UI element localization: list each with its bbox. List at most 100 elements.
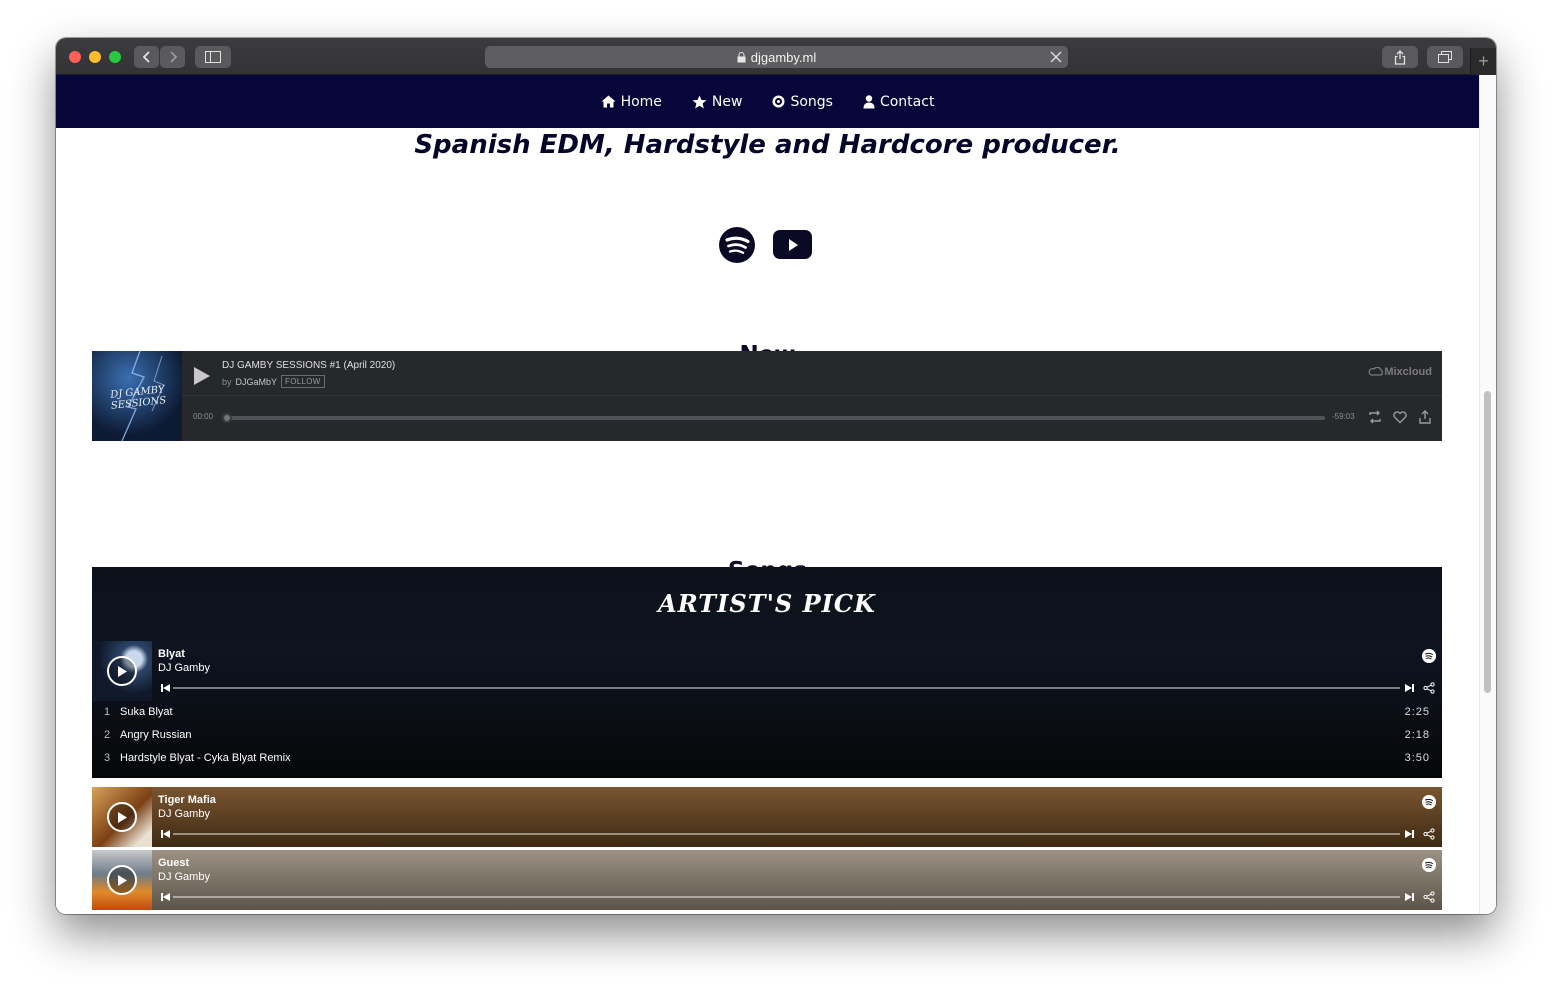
repeat-icon[interactable] — [1368, 410, 1382, 424]
spotify-link[interactable] — [719, 227, 755, 263]
play-icon — [118, 874, 127, 886]
track-artist[interactable]: DJ Gamby — [158, 871, 210, 883]
share-button[interactable] — [1382, 46, 1418, 68]
follow-button[interactable]: FOLLOW — [281, 375, 325, 388]
skip-forward-icon[interactable] — [1405, 829, 1414, 839]
skip-forward-icon[interactable] — [1405, 892, 1414, 902]
user-icon — [863, 94, 875, 108]
play-button[interactable] — [107, 802, 137, 832]
nav-songs[interactable]: Songs — [772, 94, 833, 110]
spotify-icon — [725, 236, 750, 254]
chevron-left-icon — [142, 51, 150, 63]
spotify-logo-icon[interactable] — [1422, 795, 1436, 809]
skip-back-icon[interactable] — [161, 829, 170, 839]
cloud-icon — [1368, 366, 1384, 376]
artist-pick-card: ARTIST'S PICK Blyat DJ Gamby 1 Suka Blya… — [92, 567, 1442, 778]
skip-forward-icon[interactable] — [1405, 683, 1414, 693]
play-button[interactable] — [107, 656, 137, 686]
track-duration: 2:18 — [1404, 729, 1430, 741]
featured-track-player: Blyat DJ Gamby — [92, 641, 1442, 701]
minimize-window-button[interactable] — [89, 51, 101, 63]
mixcloud-logo-text: Mixcloud — [1384, 366, 1432, 378]
share-icon[interactable] — [1423, 828, 1435, 840]
star-icon — [692, 95, 707, 108]
close-icon[interactable] — [1048, 49, 1064, 65]
nav-home[interactable]: Home — [601, 94, 662, 110]
youtube-link[interactable] — [773, 230, 812, 259]
chevron-right-icon — [169, 51, 177, 63]
address-bar[interactable]: djgamby.ml — [485, 46, 1068, 68]
skip-back-icon[interactable] — [161, 892, 170, 902]
track-progress-bar[interactable] — [173, 833, 1400, 835]
back-button[interactable] — [134, 46, 159, 68]
time-elapsed: 00:00 — [193, 412, 214, 421]
browser-titlebar: djgamby.ml + — [56, 38, 1496, 75]
track-name: Hardstyle Blyat - Cyka Blyat Remix — [120, 752, 291, 764]
divider — [182, 395, 1442, 396]
progress-bar[interactable] — [223, 416, 1325, 420]
track-list-item[interactable]: 3 Hardstyle Blyat - Cyka Blyat Remix 3:5… — [92, 747, 1442, 770]
sidebar-toggle-button[interactable] — [195, 46, 231, 68]
heart-icon[interactable] — [1393, 410, 1407, 424]
skip-back-icon[interactable] — [161, 683, 170, 693]
nav-home-label: Home — [620, 93, 662, 110]
home-icon — [601, 95, 616, 108]
track-title[interactable]: Guest — [158, 857, 189, 869]
share-icon[interactable] — [1418, 410, 1432, 424]
nav-songs-label: Songs — [790, 93, 833, 110]
track-title[interactable]: Tiger Mafia — [158, 794, 216, 806]
share-icon[interactable] — [1423, 891, 1435, 903]
close-window-button[interactable] — [69, 51, 81, 63]
track-embed-player: Guest DJ Gamby — [92, 850, 1442, 910]
track-artist[interactable]: DJ Gamby — [158, 662, 210, 674]
track-number: 2 — [104, 729, 111, 741]
mixcloud-player: DJ GAMBY SESSIONS DJ GAMBY SESSIONS #1 (… — [92, 351, 1442, 441]
play-icon[interactable] — [193, 366, 211, 386]
sidebar-icon — [205, 51, 221, 63]
mixcloud-cover-art: DJ GAMBY SESSIONS — [92, 351, 182, 441]
browser-window: djgamby.ml + Home New Songs Contact Span… — [56, 38, 1496, 914]
progress-handle[interactable] — [222, 413, 232, 423]
track-embed-player: Tiger Mafia DJ Gamby — [92, 787, 1442, 847]
zoom-window-button[interactable] — [109, 51, 121, 63]
track-list-item[interactable]: 2 Angry Russian 2:18 — [92, 724, 1442, 747]
play-icon — [118, 811, 127, 823]
track-artist[interactable]: DJ Gamby — [158, 808, 210, 820]
track-list-item[interactable]: 1 Suka Blyat 2:25 — [92, 701, 1442, 724]
track-progress-bar[interactable] — [173, 896, 1400, 898]
mixcloud-title[interactable]: DJ GAMBY SESSIONS #1 (April 2020) — [222, 360, 395, 371]
artist-pick-title: ARTIST'S PICK — [658, 589, 876, 618]
track-title[interactable]: Blyat — [158, 648, 185, 660]
track-number: 1 — [104, 706, 111, 718]
time-remaining: -59:03 — [1332, 412, 1355, 421]
tagline: Spanish EDM, Hardstyle and Hardcore prod… — [414, 130, 1121, 160]
page-viewport: Home New Songs Contact Spanish EDM, Hard… — [56, 75, 1496, 914]
new-tab-button[interactable]: + — [1470, 48, 1496, 75]
disc-icon — [772, 95, 785, 108]
share-icon[interactable] — [1423, 682, 1435, 694]
mixcloud-byline: by DJGaMbY FOLLOW — [222, 375, 325, 388]
spotify-logo-icon[interactable] — [1422, 858, 1436, 872]
nav-contact[interactable]: Contact — [863, 94, 934, 110]
forward-button[interactable] — [160, 46, 185, 68]
play-button[interactable] — [107, 865, 137, 895]
mixcloud-logo[interactable]: Mixcloud — [1368, 366, 1432, 378]
mixcloud-artist-link[interactable]: DJGaMbY — [236, 377, 278, 387]
track-duration: 3:50 — [1404, 752, 1430, 764]
by-prefix: by — [222, 376, 232, 387]
share-icon — [1394, 49, 1406, 65]
tabs-icon — [1438, 50, 1452, 63]
spotify-logo-icon[interactable] — [1422, 649, 1436, 663]
url-text: djgamby.ml — [750, 49, 817, 65]
nav-new[interactable]: New — [692, 93, 743, 110]
track-duration: 2:25 — [1404, 706, 1430, 718]
lock-icon — [737, 51, 746, 62]
track-progress-bar[interactable] — [173, 687, 1400, 689]
nav-new-label: New — [711, 93, 743, 110]
tabs-overview-button[interactable] — [1427, 46, 1463, 68]
play-icon — [118, 665, 127, 677]
site-navbar: Home New Songs Contact — [56, 75, 1479, 128]
youtube-icon — [788, 238, 798, 251]
scrollbar-thumb[interactable] — [1484, 391, 1491, 693]
track-name: Suka Blyat — [120, 706, 173, 718]
